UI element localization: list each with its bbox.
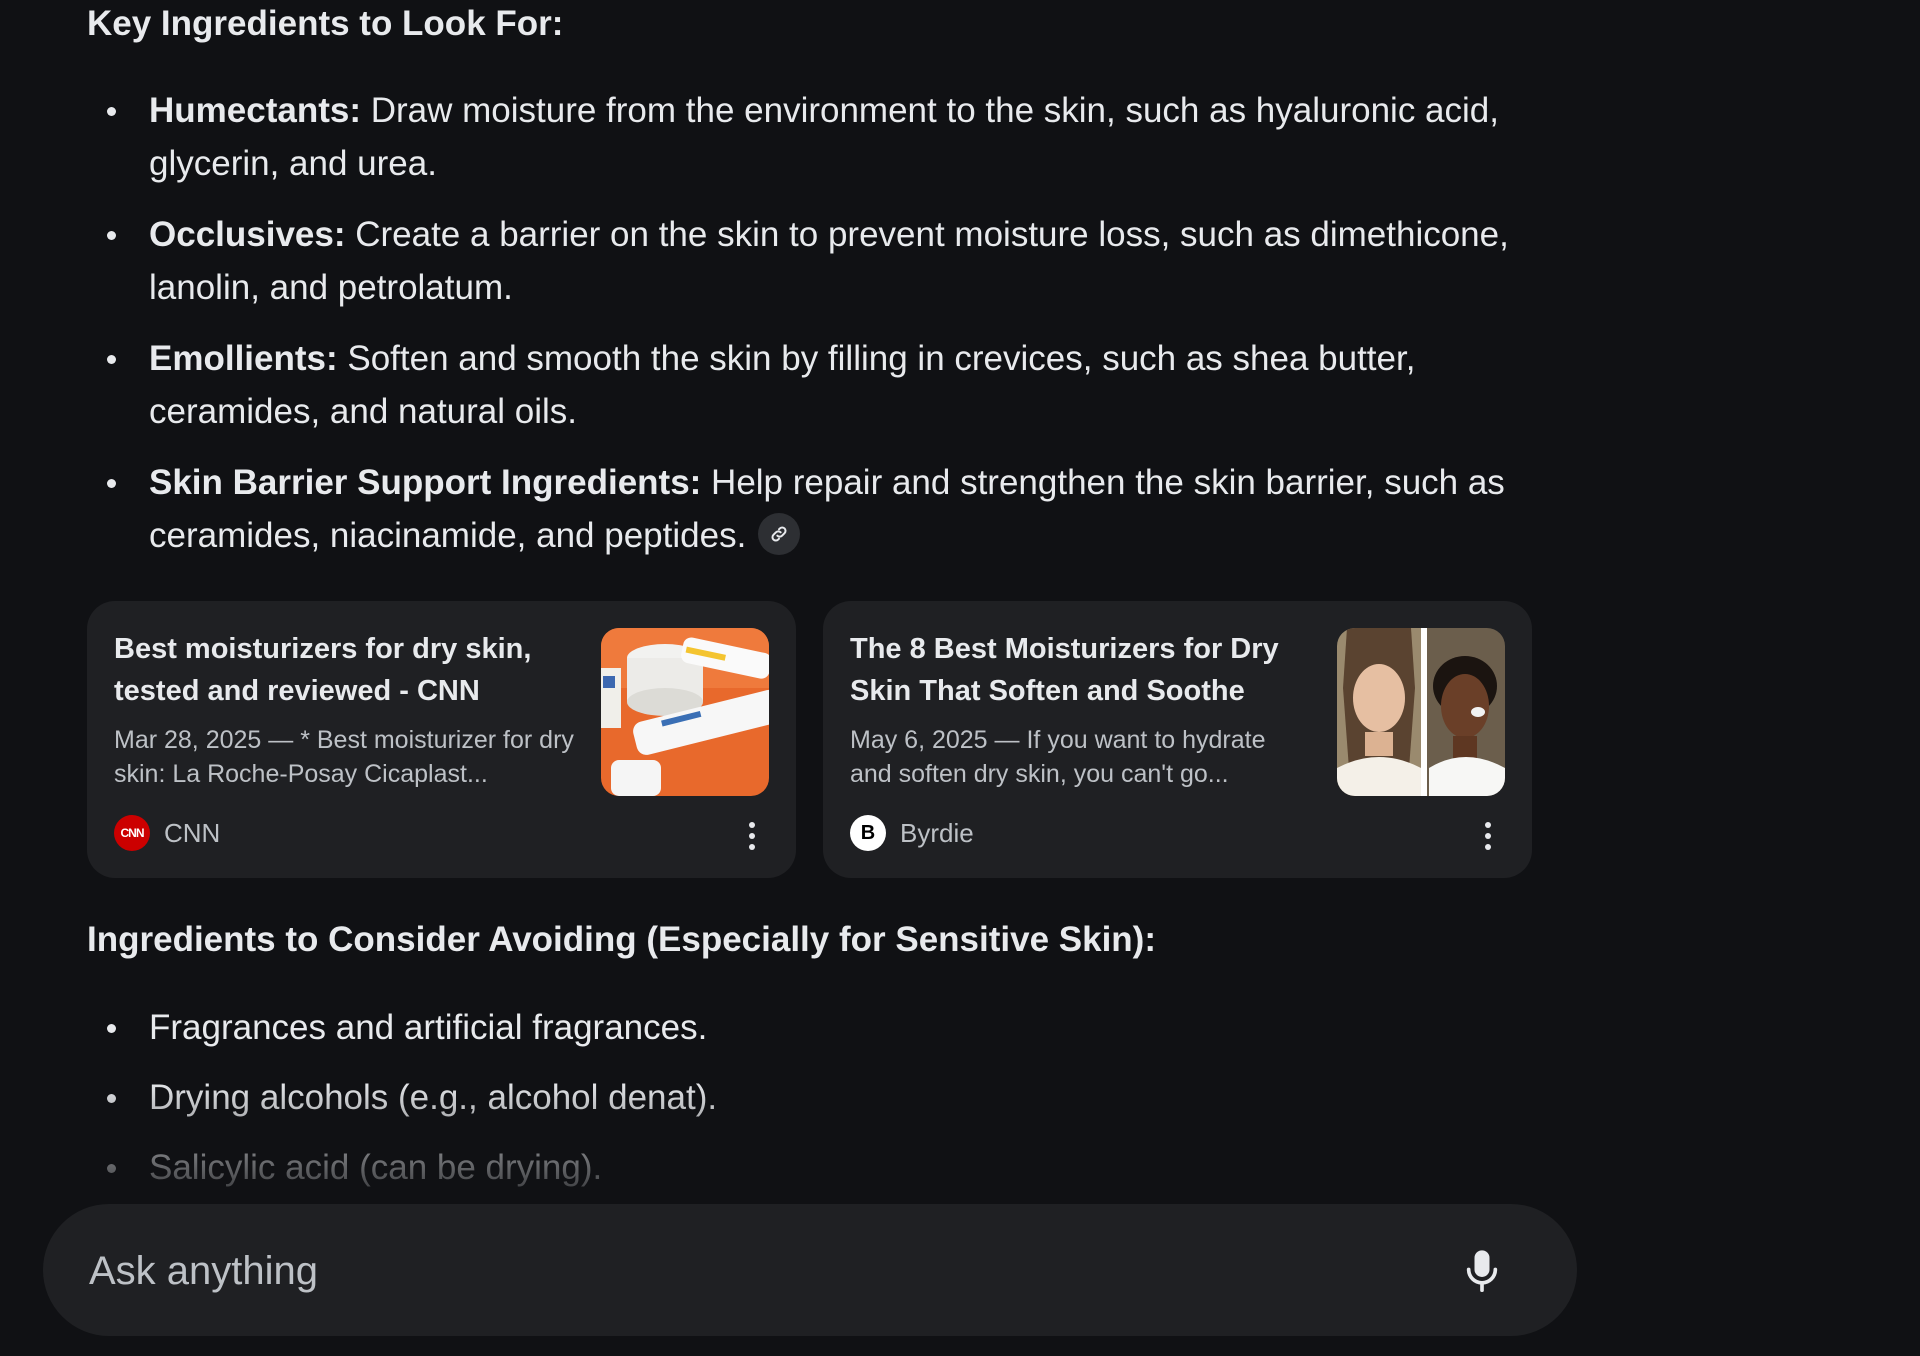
- more-vert-icon[interactable]: [742, 818, 762, 854]
- source-cards: Best moisturizers for dry skin, tested a…: [87, 601, 1532, 878]
- item-term: Skin Barrier Support Ingredients:: [149, 463, 702, 502]
- source-name: CNN: [164, 817, 221, 848]
- source-card-cnn[interactable]: Best moisturizers for dry skin, tested a…: [87, 601, 796, 878]
- bullet-dot: [107, 231, 116, 240]
- item-term: Emollients:: [149, 339, 338, 378]
- section-heading-avoid: Ingredients to Consider Avoiding (Especi…: [87, 920, 1156, 959]
- card-snippet: May 6, 2025 — If you want to hydrate and…: [850, 726, 1266, 788]
- page: Key Ingredients to Look For: Humectants:…: [0, 0, 1920, 1356]
- key-ingredients-list: Humectants: Draw moisture from the envir…: [87, 84, 1532, 580]
- card-source[interactable]: B Byrdie: [850, 815, 974, 851]
- card-source[interactable]: CNN CNN: [114, 815, 220, 851]
- card-title[interactable]: Best moisturizers for dry skin, tested a…: [114, 628, 574, 712]
- source-card-byrdie[interactable]: The 8 Best Moisturizers for Dry Skin Tha…: [823, 601, 1532, 878]
- list-item: Emollients: Soften and smooth the skin b…: [87, 332, 1532, 438]
- source-name: Byrdie: [900, 817, 974, 848]
- card-thumbnail: [1337, 628, 1505, 796]
- byrdie-logo-icon: B: [850, 815, 886, 851]
- list-item: Fragrances and artificial fragrances.: [87, 1001, 717, 1054]
- list-item: Drying alcohols (e.g., alcohol denat).: [87, 1071, 717, 1124]
- ask-bar: [43, 1204, 1577, 1336]
- item-term: Occlusives:: [149, 215, 346, 254]
- card-title[interactable]: The 8 Best Moisturizers for Dry Skin Tha…: [850, 628, 1310, 712]
- cnn-logo-icon: CNN: [114, 815, 150, 851]
- bullet-dot: [107, 1164, 116, 1173]
- item-text: Drying alcohols (e.g., alcohol denat).: [149, 1078, 718, 1117]
- bullet-dot: [107, 107, 116, 116]
- bullet-dot: [107, 1024, 116, 1033]
- bullet-dot: [107, 1094, 116, 1103]
- item-term: Humectants:: [149, 91, 361, 130]
- list-item: Skin Barrier Support Ingredients: Help r…: [87, 456, 1532, 562]
- list-item: Humectants: Draw moisture from the envir…: [87, 84, 1532, 190]
- item-text: Create a barrier on the skin to prevent …: [149, 215, 1509, 307]
- ask-input[interactable]: [87, 1240, 1391, 1302]
- microphone-icon[interactable]: [1454, 1244, 1510, 1300]
- item-text: Salicylic acid (can be drying).: [149, 1148, 603, 1187]
- bullet-dot: [107, 479, 116, 488]
- card-thumbnail: [601, 628, 769, 796]
- item-text: Soften and smooth the skin by filling in…: [149, 339, 1416, 431]
- list-item: Occlusives: Create a barrier on the skin…: [87, 208, 1532, 314]
- more-vert-icon[interactable]: [1478, 818, 1498, 854]
- card-snippet: Mar 28, 2025 — * Best moisturizer for dr…: [114, 726, 574, 788]
- section-heading-key-ingredients: Key Ingredients to Look For:: [87, 4, 564, 43]
- bullet-dot: [107, 355, 116, 364]
- item-text: Fragrances and artificial fragrances.: [149, 1008, 708, 1047]
- link-icon[interactable]: [758, 512, 801, 555]
- list-item: Salicylic acid (can be drying).: [87, 1141, 717, 1194]
- avoid-ingredients-list: Fragrances and artificial fragrances. Dr…: [87, 1001, 717, 1211]
